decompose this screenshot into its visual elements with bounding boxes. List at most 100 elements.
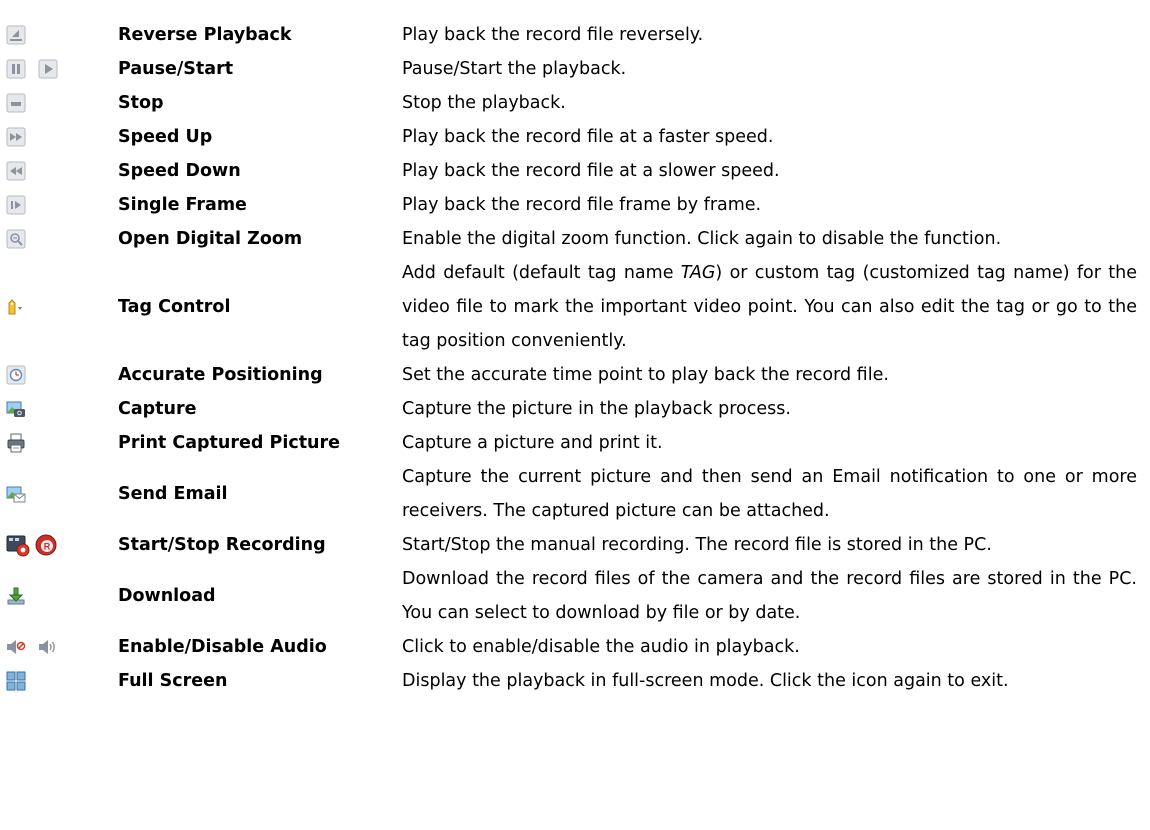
icon-cell [6,120,106,154]
description-text: Capture the current picture and then sen… [402,466,1137,521]
row-description: Add default (default tag name TAG) or cu… [402,256,1137,358]
row-description: Play back the record file reversely. [402,18,1137,52]
row-name: Print Captured Picture [118,433,341,453]
row-name: Download [118,586,216,606]
stop-icon [6,93,26,113]
audio-disabled-icon [6,637,26,657]
row-description: Download the record files of the camera … [402,562,1137,630]
row-name: Tag Control [118,297,231,317]
icon-cell [6,664,106,698]
single-frame-icon [6,195,26,215]
row-name: Speed Down [118,161,241,181]
icon-cell [6,630,106,664]
description-text: Click to enable/disable the audio in pla… [402,636,800,657]
download-icon [6,586,26,606]
table-row: Enable/Disable Audio Click to enable/dis… [0,630,1150,664]
description-text: Play back the record file at a faster sp… [402,126,774,147]
row-description: Capture the picture in the playback proc… [402,392,1137,426]
row-name: Send Email [118,484,228,504]
description-text: Play back the record file frame by frame… [402,194,762,215]
row-name: Capture [118,399,197,419]
icon-cell [6,18,106,52]
description-text: Play back the record file at a slower sp… [402,160,780,181]
icon-cell [6,358,106,392]
capture-icon [6,399,26,419]
row-description: Play back the record file at a faster sp… [402,120,1137,154]
table-row: Speed Up Play back the record file at a … [0,120,1150,154]
row-name: Single Frame [118,195,247,215]
accurate-positioning-icon [6,365,26,385]
stop-recording-icon: R [34,533,58,557]
table-row: Stop Stop the playback. [0,86,1150,120]
table-row: Print Captured Picture Capture a picture… [0,426,1150,460]
row-description: Capture the current picture and then sen… [402,460,1137,528]
digital-zoom-icon [6,229,26,249]
table-row: Capture Capture the picture in the playb… [0,392,1150,426]
table-row: Reverse Playback Play back the record fi… [0,18,1150,52]
row-name: Enable/Disable Audio [118,637,327,657]
row-description: Enable the digital zoom function. Click … [402,222,1137,256]
svg-text:R: R [44,542,51,552]
description-text: Capture the picture in the playback proc… [402,398,791,419]
speed-down-icon [6,161,26,181]
row-name: Stop [118,93,164,113]
table-row: Accurate Positioning Set the accurate ti… [0,358,1150,392]
full-screen-icon [6,671,26,691]
row-description: Pause/Start the playback. [402,52,1137,86]
icon-cell [6,426,106,460]
icon-cell [6,154,106,188]
icon-cell [6,562,106,630]
description-text: Set the accurate time point to play back… [402,364,889,385]
start-recording-icon [6,533,30,557]
row-description: Capture a picture and print it. [402,426,1137,460]
row-description: Stop the playback. [402,86,1137,120]
audio-enabled-icon [38,637,58,657]
icon-cell [6,188,106,222]
start-icon [38,59,58,79]
row-name: Reverse Playback [118,25,292,45]
description-text: Pause/Start the playback. [402,58,627,79]
row-description: Display the playback in full-screen mode… [402,664,1137,698]
send-email-icon [6,484,26,504]
row-description: Play back the record file frame by frame… [402,188,1137,222]
table-row: Pause/Start Pause/Start the playback. [0,52,1150,86]
row-name: Speed Up [118,127,213,147]
description-text: Start/Stop the manual recording. The rec… [402,534,992,555]
row-name: Pause/Start [118,59,234,79]
description-text: Download the record files of the camera … [402,568,1137,623]
table-row: Full Screen Display the playback in full… [0,664,1150,698]
icon-cell [6,222,106,256]
table-row: Tag Control Add default (default tag nam… [0,256,1150,358]
icon-cell: R [6,528,106,562]
row-description: Start/Stop the manual recording. The rec… [402,528,1137,562]
pause-icon [6,59,26,79]
table-row: Download Download the record files of th… [0,562,1150,630]
icon-cell [6,52,106,86]
description-text: Play back the record file reversely. [402,24,704,45]
icon-cell [6,256,106,358]
icon-cell [6,86,106,120]
table-row: R Start/Stop Recording Start/Stop the ma… [0,528,1150,562]
print-icon [6,433,26,453]
description-text: Display the playback in full-screen mode… [402,670,1009,691]
table-row: Send Email Capture the current picture a… [0,460,1150,528]
description-text: Stop the playback. [402,92,566,113]
row-description: Set the accurate time point to play back… [402,358,1137,392]
row-name: Start/Stop Recording [118,535,326,555]
row-description: Click to enable/disable the audio in pla… [402,630,1137,664]
description-text: Capture a picture and print it. [402,432,663,453]
row-name: Full Screen [118,671,228,691]
row-description: Play back the record file at a slower sp… [402,154,1137,188]
description-text: Add default (default tag name TAG) or cu… [402,262,1137,352]
description-text: Enable the digital zoom function. Click … [402,228,1002,249]
icon-cell [6,392,106,426]
row-name: Accurate Positioning [118,365,323,385]
table-row: Open Digital Zoom Enable the digital zoo… [0,222,1150,256]
tag-control-icon [6,297,26,317]
row-name: Open Digital Zoom [118,229,303,249]
speed-up-icon [6,127,26,147]
icon-cell [6,460,106,528]
table-row: Speed Down Play back the record file at … [0,154,1150,188]
reverse-playback-icon [6,25,26,45]
table-row: Single Frame Play back the record file f… [0,188,1150,222]
